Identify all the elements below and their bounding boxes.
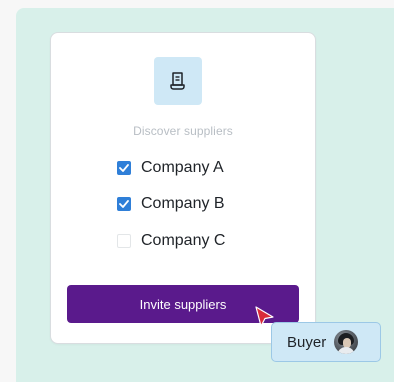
checkbox-checked[interactable] — [117, 197, 131, 211]
checkbox-unchecked[interactable] — [117, 234, 131, 248]
option-label: Company C — [141, 232, 226, 249]
page: Discover suppliers Company A Company B C… — [0, 0, 394, 382]
avatar — [334, 330, 359, 354]
card-heading: Discover suppliers — [133, 124, 233, 138]
receipt-document-icon — [154, 57, 202, 105]
check-icon — [119, 164, 129, 172]
checkbox-checked[interactable] — [117, 161, 131, 175]
option-company-a[interactable]: Company A — [117, 157, 224, 179]
option-company-b[interactable]: Company B — [117, 193, 225, 215]
buyer-tag: Buyer — [271, 322, 381, 362]
option-company-c[interactable]: Company C — [117, 230, 225, 252]
buyer-label: Buyer — [287, 333, 327, 351]
check-icon — [119, 200, 129, 208]
discover-suppliers-card: Discover suppliers Company A Company B C… — [50, 32, 316, 344]
option-label: Company B — [141, 195, 225, 212]
option-label: Company A — [141, 159, 224, 176]
